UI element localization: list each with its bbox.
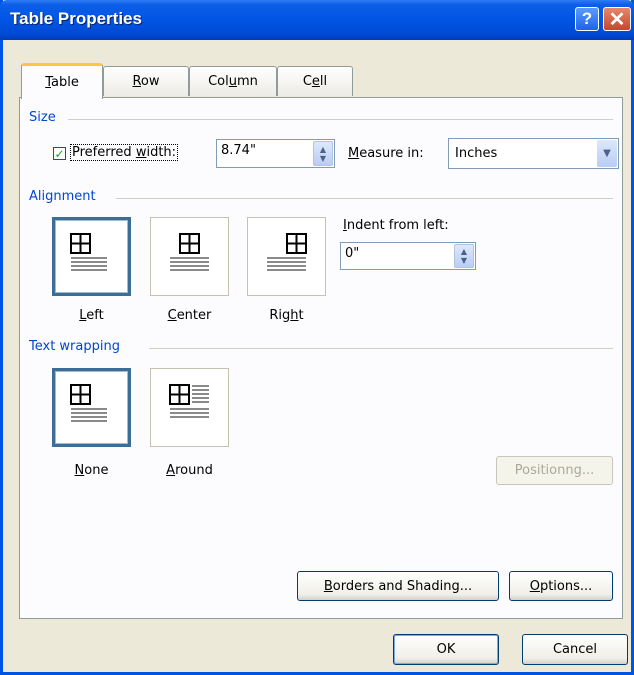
tab-label: Column bbox=[208, 74, 258, 89]
tab-row[interactable]: Row bbox=[103, 66, 189, 96]
measure-in-value: Inches bbox=[455, 146, 498, 161]
preferred-width-checkbox[interactable]: ✓ bbox=[53, 147, 66, 160]
borders-and-shading-button[interactable]: Borders and Shading... bbox=[297, 571, 499, 601]
positioning-button-label: Positionng... bbox=[514, 463, 595, 478]
spin-down-icon: ▼ bbox=[460, 256, 468, 265]
title-bar[interactable]: Table Properties ? ✕ bbox=[0, 0, 634, 40]
tab-label: Row bbox=[132, 74, 160, 89]
dialog-title: Table Properties bbox=[10, 9, 142, 28]
measure-in-select[interactable]: Inches ▼ bbox=[448, 138, 619, 169]
align-center-label: Center bbox=[167, 308, 212, 323]
indent-from-left-value: 0" bbox=[345, 246, 360, 261]
align-right-icon bbox=[267, 233, 307, 271]
align-center-icon bbox=[170, 233, 209, 271]
wrap-around-label: Around bbox=[166, 463, 213, 478]
close-icon: ✕ bbox=[608, 8, 626, 31]
indent-from-left-label: Indent from left: bbox=[343, 218, 449, 233]
ok-button[interactable]: OK bbox=[393, 634, 499, 665]
tab-label: Cell bbox=[302, 74, 328, 89]
section-label-size: Size bbox=[29, 110, 56, 125]
measure-in-label: Measure in: bbox=[348, 146, 424, 161]
align-right-label: Right bbox=[269, 308, 304, 323]
align-left-icon bbox=[70, 233, 107, 271]
align-right-option[interactable] bbox=[247, 217, 326, 296]
indent-spinner[interactable]: ▲ ▼ bbox=[454, 244, 474, 268]
align-center-option[interactable] bbox=[150, 217, 229, 296]
tab-panel-table: Size ✓ Preferred width: 8.74" ▲ ▼ Measure… bbox=[19, 97, 623, 619]
tab-column[interactable]: Column bbox=[189, 66, 277, 96]
wrap-none-icon bbox=[70, 384, 107, 422]
align-left-option[interactable] bbox=[52, 217, 131, 296]
positioning-button[interactable]: Positionng... bbox=[496, 456, 613, 485]
tab-table[interactable]: Table bbox=[21, 63, 103, 99]
section-divider bbox=[149, 348, 613, 349]
wrap-around-icon bbox=[169, 384, 209, 418]
preferred-width-value: 8.74" bbox=[221, 143, 256, 158]
table-properties-dialog: Table Properties ? ✕ Table Row Column Ce… bbox=[0, 0, 634, 675]
help-icon: ? bbox=[581, 9, 593, 28]
wrap-none-label: None bbox=[74, 463, 109, 478]
tab-label: Table bbox=[45, 75, 79, 90]
section-divider bbox=[68, 119, 613, 120]
options-button[interactable]: Options... bbox=[509, 571, 613, 601]
preferred-width-spinner[interactable]: ▲ ▼ bbox=[313, 141, 333, 166]
spin-up-icon: ▲ bbox=[319, 144, 327, 154]
close-button[interactable]: ✕ bbox=[603, 7, 631, 31]
section-label-alignment: Alignment bbox=[29, 189, 96, 204]
check-icon: ✓ bbox=[54, 146, 65, 161]
wrap-around-option[interactable] bbox=[150, 368, 229, 447]
spin-down-icon: ▼ bbox=[319, 153, 327, 163]
options-button-label: Options... bbox=[529, 578, 593, 594]
borders-and-shading-label: Borders and Shading... bbox=[323, 578, 473, 594]
wrap-none-option[interactable] bbox=[52, 368, 131, 447]
ok-button-label: OK bbox=[436, 642, 456, 657]
section-label-text-wrapping: Text wrapping bbox=[29, 339, 120, 354]
tab-cell[interactable]: Cell bbox=[277, 66, 353, 96]
preferred-width-label[interactable]: Preferred width: bbox=[70, 144, 179, 161]
chevron-down-icon[interactable]: ▼ bbox=[597, 140, 617, 167]
cancel-button[interactable]: Cancel bbox=[522, 634, 628, 665]
spin-up-icon: ▲ bbox=[460, 247, 468, 256]
section-divider bbox=[116, 198, 613, 199]
help-button[interactable]: ? bbox=[575, 7, 599, 31]
align-left-label: Left bbox=[79, 308, 104, 323]
cancel-button-label: Cancel bbox=[552, 642, 598, 657]
